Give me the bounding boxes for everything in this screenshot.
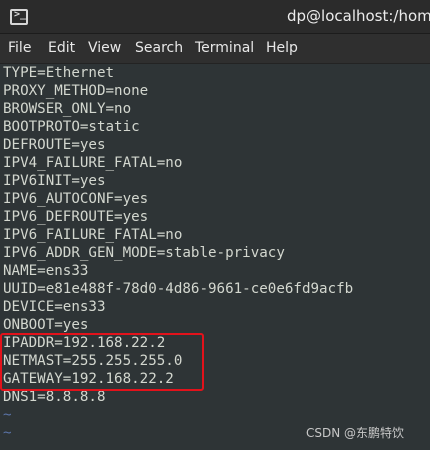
- config-line-browser-only: BROWSER_ONLY=no: [3, 101, 132, 117]
- config-line-ipv6-addr-gen-mode: IPV6_ADDR_GEN_MODE=stable-privacy: [3, 245, 285, 261]
- menu-file[interactable]: File: [8, 40, 31, 56]
- watermark: CSDN @东鹏特饮: [306, 426, 405, 440]
- config-line-ipv4-failure-fatal: IPV4_FAILURE_FATAL=no: [3, 155, 183, 171]
- config-line-ipv6init: IPV6INIT=yes: [3, 173, 106, 189]
- empty-line-tilde: ~: [3, 407, 12, 423]
- terminal-window: >_ dp@localhost:/home/ File Edit View Se…: [0, 0, 430, 450]
- menu-terminal[interactable]: Terminal: [195, 40, 254, 56]
- menu-help[interactable]: Help: [266, 40, 298, 56]
- config-line-type: TYPE=Ethernet: [3, 65, 115, 81]
- highlight-box: [0, 333, 204, 391]
- config-line-name: NAME=ens33: [3, 263, 89, 279]
- title-bar[interactable]: >_ dp@localhost:/home/: [0, 0, 430, 34]
- menu-bar: File Edit View Search Terminal Help: [0, 34, 430, 64]
- menu-edit[interactable]: Edit: [48, 40, 75, 56]
- config-line-bootproto: BOOTPROTO=static: [3, 119, 140, 135]
- config-line-defroute: DEFROUTE=yes: [3, 137, 106, 153]
- menu-view[interactable]: View: [88, 40, 121, 56]
- terminal-content[interactable]: TYPE=Ethernet PROXY_METHOD=none BROWSER_…: [0, 64, 430, 450]
- config-line-proxy-method: PROXY_METHOD=none: [3, 83, 149, 99]
- window-title: dp@localhost:/home/: [287, 7, 430, 25]
- config-line-ipv6-autoconf: IPV6_AUTOCONF=yes: [3, 191, 149, 207]
- menu-search[interactable]: Search: [135, 40, 183, 56]
- config-line-ipv6-defroute: IPV6_DEFROUTE=yes: [3, 209, 149, 225]
- config-line-device: DEVICE=ens33: [3, 299, 106, 315]
- empty-line-tilde: ~: [3, 425, 12, 441]
- config-line-onboot: ONBOOT=yes: [3, 317, 89, 333]
- terminal-icon: >_: [10, 9, 28, 25]
- config-line-uuid: UUID=e81e488f-78d0-4d86-9661-ce0e6fd9acf…: [3, 281, 354, 297]
- config-line-ipv6-failure-fatal: IPV6_FAILURE_FATAL=no: [3, 227, 183, 243]
